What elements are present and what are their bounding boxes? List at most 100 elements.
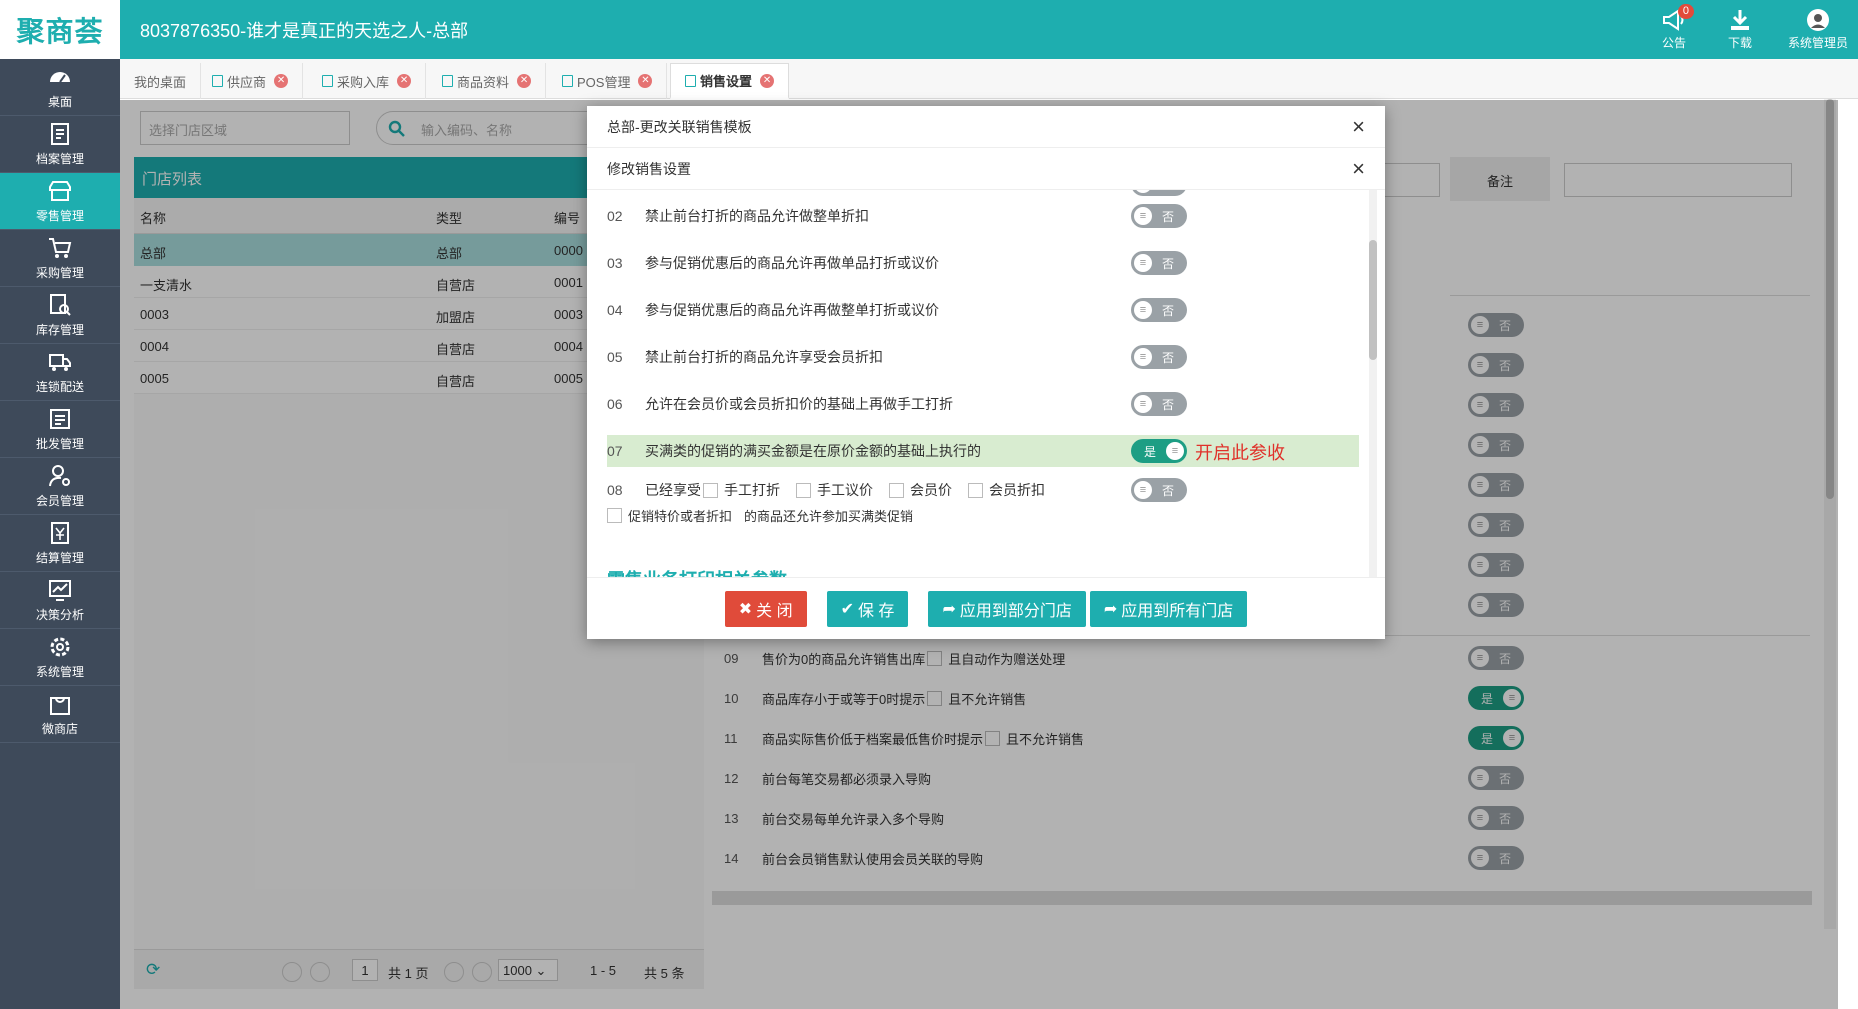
sidebar-item-desktop[interactable]: 桌面 bbox=[0, 59, 120, 116]
modal-scroll-area[interactable]: ≡ 02禁止前台打折的商品允许做整单折扣≡否03参与促销优惠后的商品允许再做单品… bbox=[587, 190, 1385, 578]
page-icon bbox=[562, 75, 573, 87]
toggle-knob: ≡ bbox=[1134, 207, 1152, 225]
setting-row-06: 06 允许在会员价或会员折扣价的基础上再做手工打折 bbox=[607, 388, 1359, 420]
share-arrow-icon: ➦ bbox=[942, 600, 956, 618]
sidebar-item-system[interactable]: 系统管理 bbox=[0, 629, 120, 686]
tab-product[interactable]: 商品资料 ✕ bbox=[428, 63, 547, 99]
download-icon bbox=[1728, 6, 1752, 34]
notice-button[interactable]: 0 公告 bbox=[1656, 4, 1694, 51]
tab-label: 供应商 bbox=[227, 74, 267, 90]
inventory-icon bbox=[50, 294, 71, 316]
tab-desktop[interactable]: 我的桌面 bbox=[120, 63, 202, 99]
sidebar-item-analysis[interactable]: 决策分析 bbox=[0, 572, 120, 629]
sidebar-item-label: 连锁配送 bbox=[35, 380, 84, 394]
checkbox-label: 手工打折 bbox=[724, 482, 780, 498]
toggle-switch[interactable]: ≡ 否 bbox=[1131, 204, 1187, 228]
user-label: 系统管理员 bbox=[1787, 36, 1848, 50]
toggle-switch[interactable]: ≡ 否 bbox=[1131, 298, 1187, 322]
setting-number: 08 bbox=[607, 482, 623, 498]
sidebar-item-settlement[interactable]: 结算管理 bbox=[0, 515, 120, 572]
setting-row-03: 03 参与促销优惠后的商品允许再做单品打折或议价 bbox=[607, 247, 1359, 279]
sidebar-item-distribution[interactable]: 连锁配送 bbox=[0, 344, 120, 401]
document-icon bbox=[51, 123, 69, 145]
close-icon[interactable]: ✕ bbox=[274, 74, 289, 88]
notice-label: 公告 bbox=[1661, 36, 1686, 50]
checkbox[interactable] bbox=[607, 507, 622, 523]
dashboard-icon bbox=[50, 72, 70, 83]
top-bar: 聚商荟 8037876350-谁才是真正的天选之人-总部 0 公告 下载 系统管… bbox=[0, 0, 1858, 59]
page-icon bbox=[322, 75, 333, 87]
sidebar-item-label: 决策分析 bbox=[35, 608, 84, 622]
cart-icon bbox=[49, 238, 72, 258]
close-icon[interactable]: × bbox=[1352, 115, 1365, 138]
sidebar-item-wholesale[interactable]: 批发管理 bbox=[0, 401, 120, 458]
modal-inner-title: 修改销售设置 bbox=[607, 160, 691, 177]
checkbox-label: 手工议价 bbox=[817, 482, 873, 498]
toggle-switch[interactable]: ≡ 否 bbox=[1131, 345, 1187, 369]
setting-label: 允许在会员价或会员折扣价的基础上再做手工打折 bbox=[645, 396, 953, 412]
page-icon bbox=[685, 74, 696, 87]
setting-row-02: 02 禁止前台打折的商品允许做整单折扣 bbox=[607, 200, 1359, 232]
sidebar-item-purchase[interactable]: 采购管理 bbox=[0, 230, 120, 287]
toggle-knob: ≡ bbox=[1166, 442, 1184, 460]
toggle-state: 否 bbox=[1161, 483, 1174, 498]
sidebar-item-archive[interactable]: 档案管理 bbox=[0, 116, 120, 173]
toggle-switch[interactable]: ≡ 否 bbox=[1131, 251, 1187, 275]
annotation-note: 开启此参收 bbox=[1195, 443, 1285, 463]
close-icon[interactable]: × bbox=[1352, 157, 1365, 180]
checkbox[interactable] bbox=[796, 482, 811, 498]
download-button[interactable]: 下载 bbox=[1722, 6, 1758, 51]
close-icon[interactable]: ✕ bbox=[517, 74, 532, 88]
toggle-switch[interactable]: 是 ≡ bbox=[1131, 439, 1187, 463]
download-label: 下载 bbox=[1727, 36, 1752, 50]
tab-supplier[interactable]: 供应商 ✕ bbox=[198, 63, 304, 99]
toggle-switch[interactable]: ≡ 否 bbox=[1131, 392, 1187, 416]
yen-icon bbox=[51, 522, 69, 544]
close-icon: ✖ bbox=[738, 600, 753, 618]
button-label: 关 闭 bbox=[756, 602, 793, 620]
toggle-state: 否 bbox=[1161, 256, 1174, 271]
sidebar-item-label: 会员管理 bbox=[35, 494, 84, 508]
chart-icon bbox=[49, 580, 71, 601]
setting-row-05: 05 禁止前台打折的商品允许享受会员折扣 bbox=[607, 341, 1359, 373]
close-icon[interactable]: ✕ bbox=[638, 74, 653, 88]
save-button[interactable]: ✔ 保 存 bbox=[826, 590, 909, 627]
toggle-state: 否 bbox=[1161, 350, 1174, 365]
logo: 聚商荟 bbox=[0, 0, 120, 59]
setting-label: 禁止前台打折的商品允许享受会员折扣 bbox=[645, 349, 883, 365]
toggle-switch[interactable]: ≡ bbox=[1131, 190, 1187, 196]
tab-bar: 我的桌面 供应商 ✕ 采购入库 ✕ 商品资料 ✕ POS管理 ✕ 销售设置 ✕ bbox=[120, 59, 1858, 99]
tab-sales-settings[interactable]: 销售设置 ✕ bbox=[670, 63, 790, 99]
toggle-knob: ≡ bbox=[1134, 348, 1152, 366]
apply-some-stores-button[interactable]: ➦ 应用到部分门店 bbox=[928, 590, 1086, 627]
tab-label: 商品资料 bbox=[457, 74, 510, 90]
setting-number: 04 bbox=[607, 302, 623, 318]
setting-label: 参与促销优惠后的商品允许再做单品打折或议价 bbox=[645, 255, 939, 271]
sidebar-item-member[interactable]: 会员管理 bbox=[0, 458, 120, 515]
checkbox[interactable] bbox=[889, 482, 904, 498]
toggle-switch[interactable]: ≡ 否 bbox=[1131, 478, 1187, 502]
modal-inner-header: 修改销售设置 × bbox=[587, 148, 1385, 190]
tab-pos[interactable]: POS管理 ✕ bbox=[548, 63, 668, 99]
member-icon bbox=[49, 465, 70, 487]
sidebar-item-retail[interactable]: 零售管理 bbox=[0, 173, 120, 230]
close-button[interactable]: ✖ 关 闭 bbox=[724, 590, 807, 627]
gear-icon bbox=[50, 637, 70, 657]
checkbox[interactable] bbox=[703, 482, 718, 498]
checkbox[interactable] bbox=[968, 482, 983, 498]
scroll-thumb[interactable] bbox=[1369, 240, 1377, 360]
sidebar-item-microshop[interactable]: 微商店 bbox=[0, 686, 120, 743]
modal-outer-title: 总部-更改关联销售模板 bbox=[607, 118, 752, 135]
apply-all-stores-button[interactable]: ➦ 应用到所有门店 bbox=[1089, 590, 1248, 627]
setting-label: 已经享受 bbox=[645, 482, 701, 498]
close-icon[interactable]: ✕ bbox=[397, 74, 412, 88]
modal-outer-header: 总部-更改关联销售模板 × bbox=[587, 106, 1385, 148]
modal-v-scrollbar[interactable] bbox=[1369, 190, 1377, 578]
sidebar-item-inventory[interactable]: 库存管理 bbox=[0, 287, 120, 344]
close-icon[interactable]: ✕ bbox=[760, 73, 775, 88]
sidebar-item-label: 微商店 bbox=[41, 722, 78, 736]
user-menu[interactable]: 系统管理员 bbox=[1788, 6, 1848, 51]
tab-purchase-in[interactable]: 采购入库 ✕ bbox=[308, 63, 427, 99]
checkbox-label: 会员折扣 bbox=[989, 482, 1045, 498]
setting-number: 06 bbox=[607, 396, 623, 412]
